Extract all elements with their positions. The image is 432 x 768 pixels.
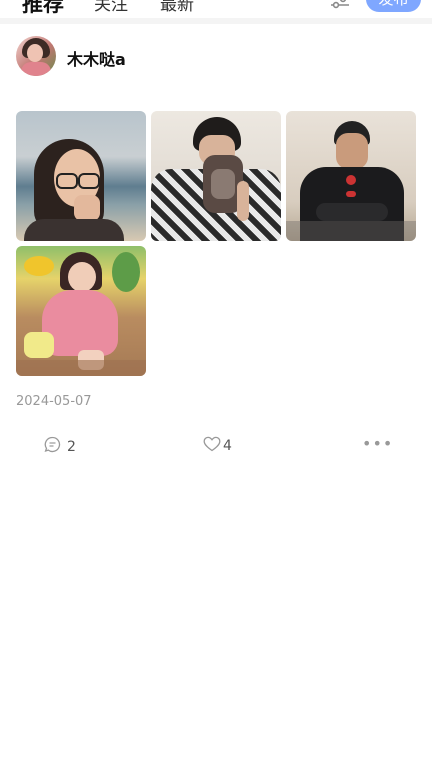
- avatar[interactable]: [16, 36, 56, 76]
- comment-icon: [44, 436, 61, 457]
- more-options-icon[interactable]: •••: [362, 434, 393, 453]
- tab-recommend[interactable]: 推荐: [22, 0, 64, 18]
- photo-boy-holding-cat-mask[interactable]: [151, 111, 281, 241]
- heart-icon: [203, 436, 221, 456]
- comment-count: 2: [67, 438, 76, 455]
- top-tab-bar: 推荐 关注 最新 发布: [0, 0, 432, 18]
- photo-girl-glasses-beach[interactable]: [16, 111, 146, 241]
- publish-button[interactable]: 发布: [366, 0, 421, 12]
- header-divider: [0, 18, 432, 24]
- tab-following[interactable]: 关注: [94, 0, 128, 15]
- comment-button[interactable]: 2: [44, 436, 76, 457]
- tab-latest[interactable]: 最新: [160, 0, 194, 15]
- filter-sliders-icon[interactable]: [329, 0, 351, 9]
- photo-girl-pink-dress-garden[interactable]: [16, 246, 146, 376]
- photo-boy-black-jacket[interactable]: [286, 111, 416, 241]
- post-date: 2024-05-07: [16, 394, 92, 409]
- like-button[interactable]: 4: [203, 436, 232, 456]
- like-count: 4: [223, 438, 232, 454]
- author-name[interactable]: 木木哒a: [67, 46, 126, 70]
